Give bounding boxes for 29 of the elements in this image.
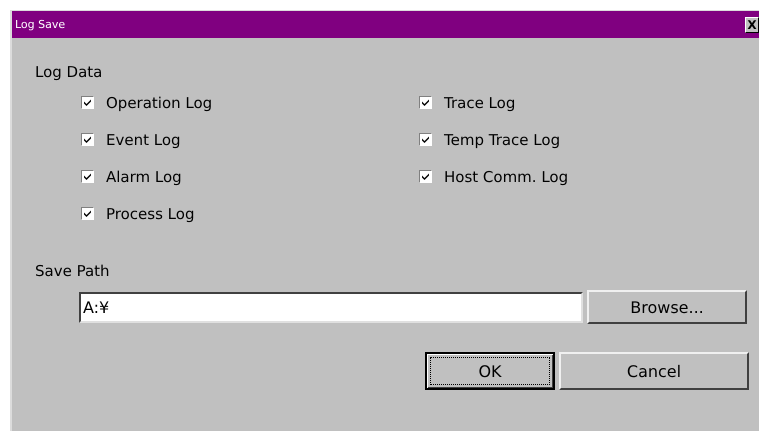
section-label: Save Path [35,261,111,281]
checkbox[interactable] [419,170,432,183]
close-button[interactable]: X [745,16,759,32]
checkbox-label: Trace Log [444,94,516,112]
checkbox[interactable] [81,96,94,109]
checkbox-label: Process Log [106,204,194,222]
check-icon [421,135,430,144]
checkbox-label: Temp Trace Log [444,130,560,148]
window-title: Log Save [14,18,66,31]
check-icon [83,172,92,181]
check-icon [421,98,430,107]
checkbox[interactable] [419,96,432,109]
check-icon [83,209,92,218]
section-label: Log Data [35,62,104,82]
checkbox-label: Event Log [106,130,181,148]
checkbox-label: Host Comm. Log [444,168,568,186]
checkbox[interactable] [81,133,94,146]
check-icon [421,172,430,181]
dialog-button[interactable]: OK [425,352,555,390]
checkbox[interactable] [419,133,432,146]
dialog-button[interactable]: Cancel [559,352,749,390]
check-icon [83,135,92,144]
path-field[interactable]: A:¥ [79,292,583,322]
checkbox[interactable] [81,170,94,183]
checkbox-label: Alarm Log [106,168,182,186]
checkbox[interactable] [81,207,94,220]
checkbox-label: Operation Log [106,94,212,112]
check-icon [83,98,92,107]
browse-button[interactable]: Browse... [587,290,747,324]
